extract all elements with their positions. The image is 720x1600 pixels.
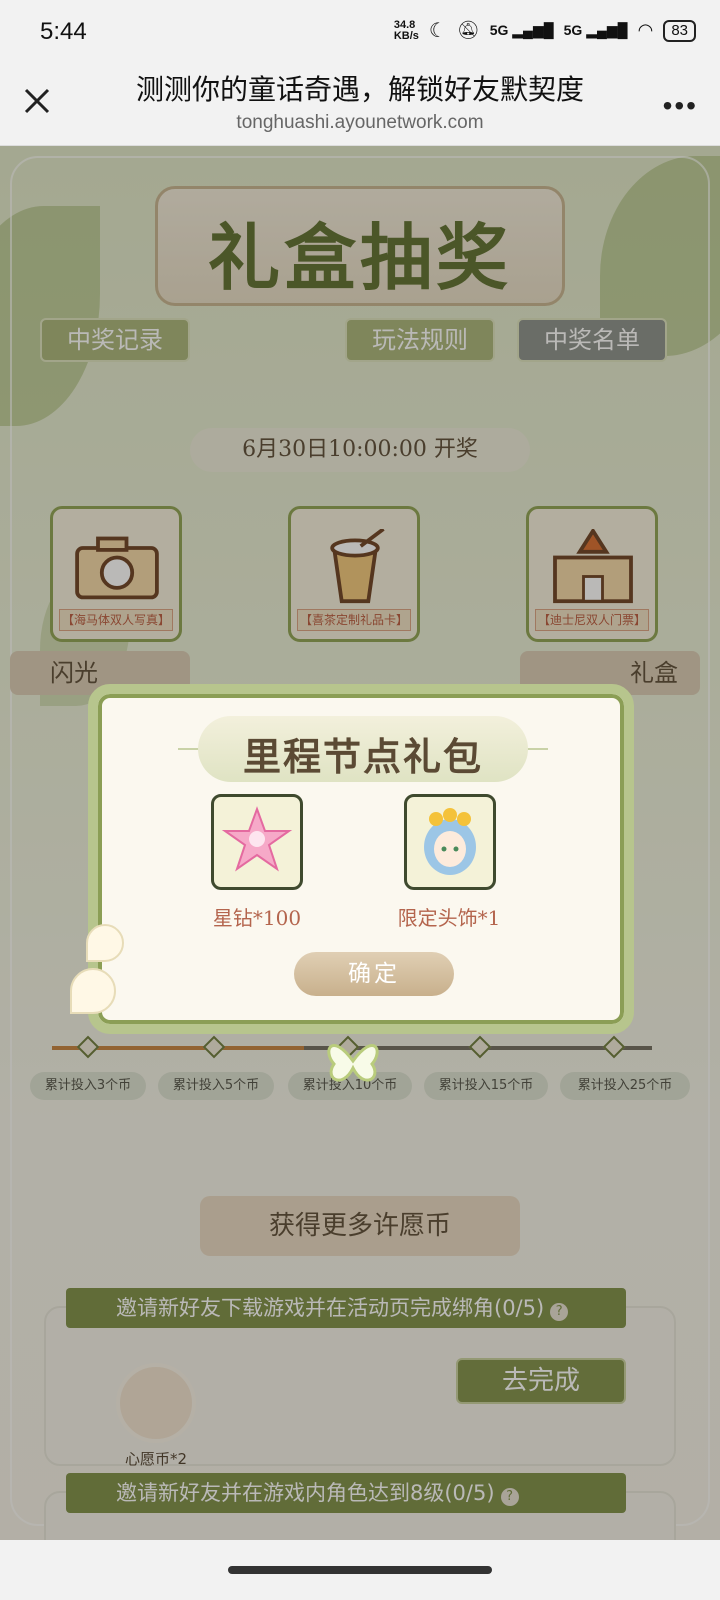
avatar-headwear-icon bbox=[424, 808, 476, 875]
page-url: tonghuashi.ayounetwork.com bbox=[236, 112, 484, 133]
network-speed: 34.8 KB/s bbox=[393, 18, 419, 42]
status-icons: 34.8 KB/s ☾ 🔕︎ 5G ▂▄▆█ 5G ▂▄▆█ ◠ 83 bbox=[394, 18, 696, 43]
reward-label: 星钻*100 bbox=[212, 906, 302, 930]
browser-title-bar: 测测你的童话奇遇，解锁好友默契度 tonghuashi.ayounetwork.… bbox=[0, 62, 720, 146]
wifi-icon: ◠ bbox=[637, 20, 654, 40]
reward-item bbox=[211, 794, 303, 890]
clock: 5:44 bbox=[40, 18, 87, 45]
flower-decoration bbox=[70, 968, 116, 1014]
home-gesture-bar[interactable] bbox=[228, 1566, 492, 1574]
confirm-button[interactable]: 确定 bbox=[294, 952, 454, 996]
star-diamond-icon bbox=[221, 806, 293, 872]
page-title: 测测你的童话奇遇，解锁好友默契度 bbox=[135, 74, 584, 105]
moon-icon: ☾ bbox=[428, 20, 447, 42]
signal-5g-icon: 5G ▂▄▆█ bbox=[489, 22, 554, 38]
signal-5g-icon-2: 5G ▂▄▆█ bbox=[563, 22, 628, 38]
modal-title: 里程节点礼包 bbox=[242, 734, 483, 779]
flower-decoration bbox=[86, 924, 124, 962]
modal-title-plate: 里程节点礼包 bbox=[198, 716, 528, 782]
status-bar: 5:44 34.8 KB/s ☾ 🔕︎ 5G ▂▄▆█ 5G ▂▄▆█ ◠ 83 bbox=[0, 0, 720, 62]
mute-bell-icon: 🔕︎ bbox=[456, 20, 480, 40]
reward-item bbox=[404, 794, 496, 890]
system-nav-bar bbox=[0, 1540, 720, 1600]
butterfly-icon bbox=[327, 1044, 379, 1082]
reward-label: 限定头饰*1 bbox=[397, 906, 501, 930]
milestone-gift-modal: 里程节点礼包 星钻*100 限定头饰*1 确定 bbox=[70, 684, 634, 1034]
more-menu-button[interactable]: ••• bbox=[663, 90, 698, 122]
battery-indicator: 83 bbox=[663, 19, 696, 42]
